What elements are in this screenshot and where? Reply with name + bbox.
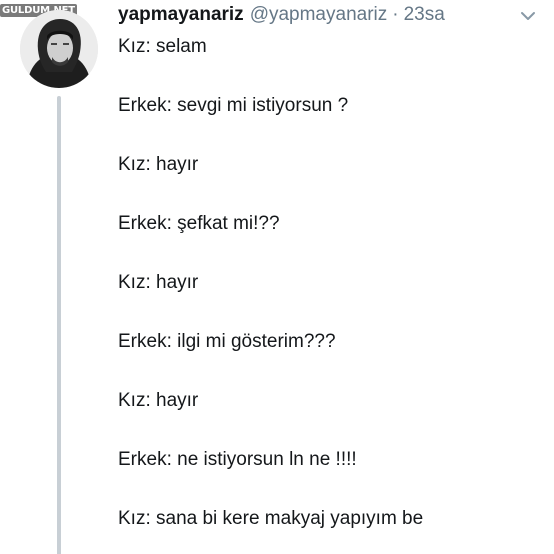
tweet-line: Kız: hayır [118, 390, 199, 411]
tweet-text: Kız: selam Erkek: sevgi mi istiyorsun ? … [118, 34, 548, 532]
separator-dot: · [392, 4, 399, 25]
tweet-line: Erkek: şefkat mi!?? [118, 213, 280, 234]
tweet-line: Erkek: sevgi mi istiyorsun ? [118, 95, 349, 116]
tweet-header: yapmayanariz @yapmayanariz · 23sa [118, 4, 548, 30]
display-name[interactable]: yapmayanariz [118, 4, 244, 26]
tweet-card: GULDUM.NET yapmayanariz @yapmayanariz · … [0, 0, 554, 554]
chevron-down-icon[interactable] [520, 10, 536, 22]
tweet-line: Kız: hayır [118, 154, 199, 175]
tweet-line: Kız: hayır [118, 272, 199, 293]
user-handle[interactable]: @yapmayanariz [250, 4, 388, 26]
tweet-line: Erkek: ilgi mi gösterim??? [118, 331, 336, 352]
avatar[interactable] [20, 10, 98, 88]
thread-line [57, 96, 61, 554]
avatar-image [20, 10, 98, 88]
tweet-line: Erkek: ne istiyorsun ln ne !!!! [118, 449, 357, 470]
timestamp[interactable]: 23sa [404, 4, 445, 26]
tweet-line: Kız: selam [118, 36, 207, 57]
tweet-line: Kız: sana bi kere makyaj yapıyım be [118, 508, 424, 529]
